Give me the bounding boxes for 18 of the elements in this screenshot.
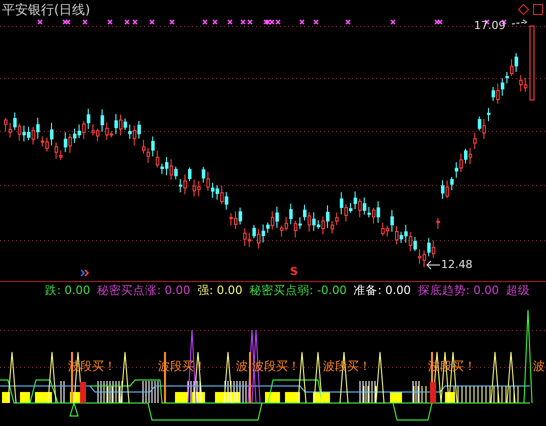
signal-label: 波 xyxy=(533,358,545,375)
arrow-icon xyxy=(512,20,528,24)
chart-title: 平安银行(日线) xyxy=(2,2,90,19)
indicator-value: 超级 xyxy=(506,282,530,298)
signal-label: 波 xyxy=(236,358,248,375)
sell-marker: S xyxy=(290,266,298,278)
indicator-value: 探底趋势: 0.00 xyxy=(418,282,499,298)
price-label: 12.48 xyxy=(441,258,472,271)
diamond-icon[interactable] xyxy=(518,4,529,15)
indicator-value: 秘密买点弱: -0.00 xyxy=(249,282,347,298)
indicator-value: 跌: 0.00 xyxy=(45,282,90,298)
price-label: 17.09 xyxy=(474,19,506,32)
indicator-value: 秘密买点涨: 0.00 xyxy=(97,282,190,298)
indicator-value: 强: 0.00 xyxy=(197,282,242,298)
indicator-value: 准备: 0.00 xyxy=(354,282,411,298)
square-icon[interactable] xyxy=(533,4,543,15)
chevron-icon xyxy=(80,269,90,277)
arrow-icon xyxy=(426,260,440,270)
